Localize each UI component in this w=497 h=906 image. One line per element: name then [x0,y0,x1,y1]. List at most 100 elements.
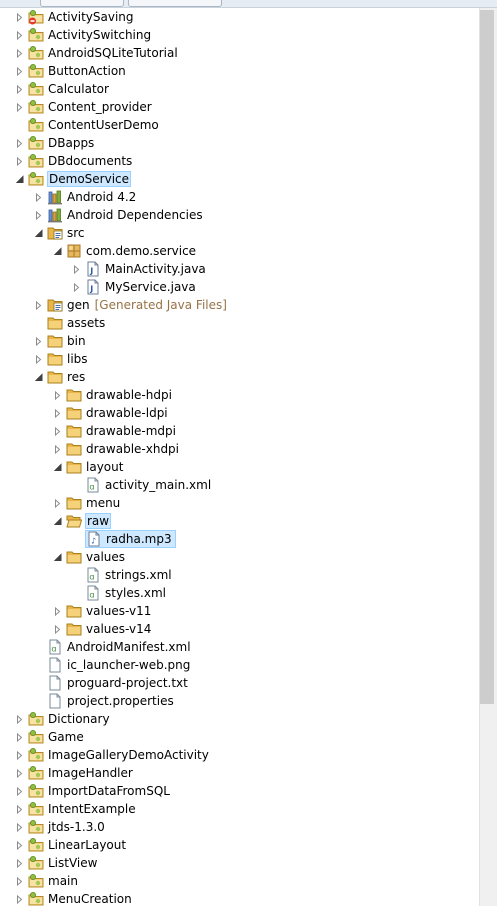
tab-package-explorer[interactable] [40,0,124,7]
expand-arrow-icon[interactable] [14,786,25,797]
folder-icon [47,369,63,385]
expand-arrow-icon[interactable] [71,282,82,293]
tree-item-game[interactable]: Game [0,728,478,746]
tree-item-linearlayout[interactable]: LinearLayout [0,836,478,854]
expand-arrow-icon[interactable] [14,66,25,77]
tree-item-strings-xml[interactable]: ɑ strings.xml [0,566,478,584]
expand-arrow-icon[interactable] [33,336,44,347]
expand-arrow-icon[interactable] [14,30,25,41]
expand-arrow-icon[interactable] [14,894,25,905]
android-project-icon [28,117,44,133]
tree-item-raw[interactable]: raw [0,512,478,530]
tree-item-ic-launcher-web-png[interactable]: ic_launcher-web.png [0,656,478,674]
tree-item-label: jtds-1.3.0 [48,820,105,834]
tree-item-dictionary[interactable]: Dictionary [0,710,478,728]
tree-item-com-demo-service[interactable]: com.demo.service [0,242,478,260]
collapse-arrow-icon[interactable] [52,516,63,527]
expand-arrow-icon[interactable] [14,48,25,59]
tree-item-drawable-ldpi[interactable]: drawable-ldpi [0,404,478,422]
tree-item-android-dependencies[interactable]: Android Dependencies [0,206,478,224]
tree-item-menucreation[interactable]: MenuCreation [0,890,478,906]
collapse-arrow-icon[interactable] [52,552,63,563]
tree-item-jtds-1-3-0[interactable]: jtds-1.3.0 [0,818,478,836]
tree-item-calculator[interactable]: Calculator [0,80,478,98]
tree-item-gen[interactable]: gen [Generated Java Files] [0,296,478,314]
tree-item-androidmanifest-xml[interactable]: ɑ AndroidManifest.xml [0,638,478,656]
expand-arrow-icon[interactable] [71,264,82,275]
expand-arrow-icon[interactable] [14,804,25,815]
tree-item-mainactivity-java[interactable]: J MainActivity.java [0,260,478,278]
project-explorer-tree[interactable]: ActivitySaving ActivitySwitching AndroidSQ… [0,8,478,906]
expand-arrow-icon[interactable] [14,750,25,761]
tree-item-assets[interactable]: assets [0,314,478,332]
tree-item-project-properties[interactable]: project.properties [0,692,478,710]
tree-item-main[interactable]: main [0,872,478,890]
tab-outline[interactable] [128,0,222,7]
tree-item-intentexample[interactable]: IntentExample [0,800,478,818]
expand-arrow-icon[interactable] [52,624,63,635]
expand-arrow-icon[interactable] [14,138,25,149]
tree-item-dbapps[interactable]: DBapps [0,134,478,152]
tree-item-values-v14[interactable]: values-v14 [0,620,478,638]
tree-item-drawable-hdpi[interactable]: drawable-hdpi [0,386,478,404]
tree-item-src[interactable]: src [0,224,478,242]
tree-item-activityswitching[interactable]: ActivitySwitching [0,26,478,44]
collapse-arrow-icon[interactable] [14,174,25,185]
tree-item-menu[interactable]: menu [0,494,478,512]
tree-item-radha-mp3[interactable]: ♪ radha.mp3 [0,530,478,548]
tree-item-activity-main-xml[interactable]: ɑ activity_main.xml [0,476,478,494]
collapse-arrow-icon[interactable] [52,246,63,257]
java-file-icon: J [85,261,101,277]
expand-arrow-icon[interactable] [14,156,25,167]
tree-item-androidsqlitetutorial[interactable]: AndroidSQLiteTutorial [0,44,478,62]
expand-arrow-icon[interactable] [33,354,44,365]
expand-arrow-icon[interactable] [14,840,25,851]
expand-arrow-icon[interactable] [33,192,44,203]
tree-item-demoservice[interactable]: DemoService [0,170,478,188]
expand-arrow-icon[interactable] [52,390,63,401]
expand-arrow-icon[interactable] [14,732,25,743]
tree-item-imagegallerydemoactivity[interactable]: ImageGalleryDemoActivity [0,746,478,764]
tree-item-drawable-xhdpi[interactable]: drawable-xhdpi [0,440,478,458]
tree-item-importdatafromsql[interactable]: ImportDataFromSQL [0,782,478,800]
expand-arrow-icon[interactable] [14,822,25,833]
tree-item-bin[interactable]: bin [0,332,478,350]
tree-item-proguard-project-txt[interactable]: proguard-project.txt [0,674,478,692]
tree-item-dbdocuments[interactable]: DBdocuments [0,152,478,170]
expand-arrow-icon[interactable] [14,84,25,95]
tree-item-styles-xml[interactable]: ɑ styles.xml [0,584,478,602]
tree-item-myservice-java[interactable]: J MyService.java [0,278,478,296]
expand-arrow-icon[interactable] [14,876,25,887]
tree-item-listview[interactable]: ListView [0,854,478,872]
tree-item-contentuserdemo[interactable]: ContentUserDemo [0,116,478,134]
expand-arrow-icon[interactable] [14,858,25,869]
xml-file-icon: ɑ [85,585,101,601]
tree-item-buttonaction[interactable]: ButtonAction [0,62,478,80]
tree-item-imagehandler[interactable]: ImageHandler [0,764,478,782]
tree-item-res[interactable]: res [0,368,478,386]
scrollbar-thumb[interactable] [480,10,494,704]
collapse-arrow-icon[interactable] [33,228,44,239]
tree-item-activitysaving[interactable]: ActivitySaving [0,8,478,26]
expand-arrow-icon[interactable] [33,300,44,311]
tree-item-values-v11[interactable]: values-v11 [0,602,478,620]
expand-arrow-icon[interactable] [52,444,63,455]
expand-arrow-icon[interactable] [52,426,63,437]
tree-item-layout[interactable]: layout [0,458,478,476]
tree-item-values[interactable]: values [0,548,478,566]
expand-arrow-icon[interactable] [52,606,63,617]
expand-arrow-icon[interactable] [33,210,44,221]
expand-arrow-icon[interactable] [14,768,25,779]
tree-item-drawable-mdpi[interactable]: drawable-mdpi [0,422,478,440]
collapse-arrow-icon[interactable] [33,372,44,383]
tree-item-android-4-2[interactable]: Android 4.2 [0,188,478,206]
expand-arrow-icon[interactable] [14,102,25,113]
expand-arrow-icon[interactable] [52,408,63,419]
expand-arrow-icon[interactable] [14,714,25,725]
tree-item-content-provider[interactable]: Content_provider [0,98,478,116]
expand-arrow-icon[interactable] [52,498,63,509]
expand-arrow-icon[interactable] [14,12,25,23]
collapse-arrow-icon[interactable] [52,462,63,473]
tree-item-libs[interactable]: libs [0,350,478,368]
